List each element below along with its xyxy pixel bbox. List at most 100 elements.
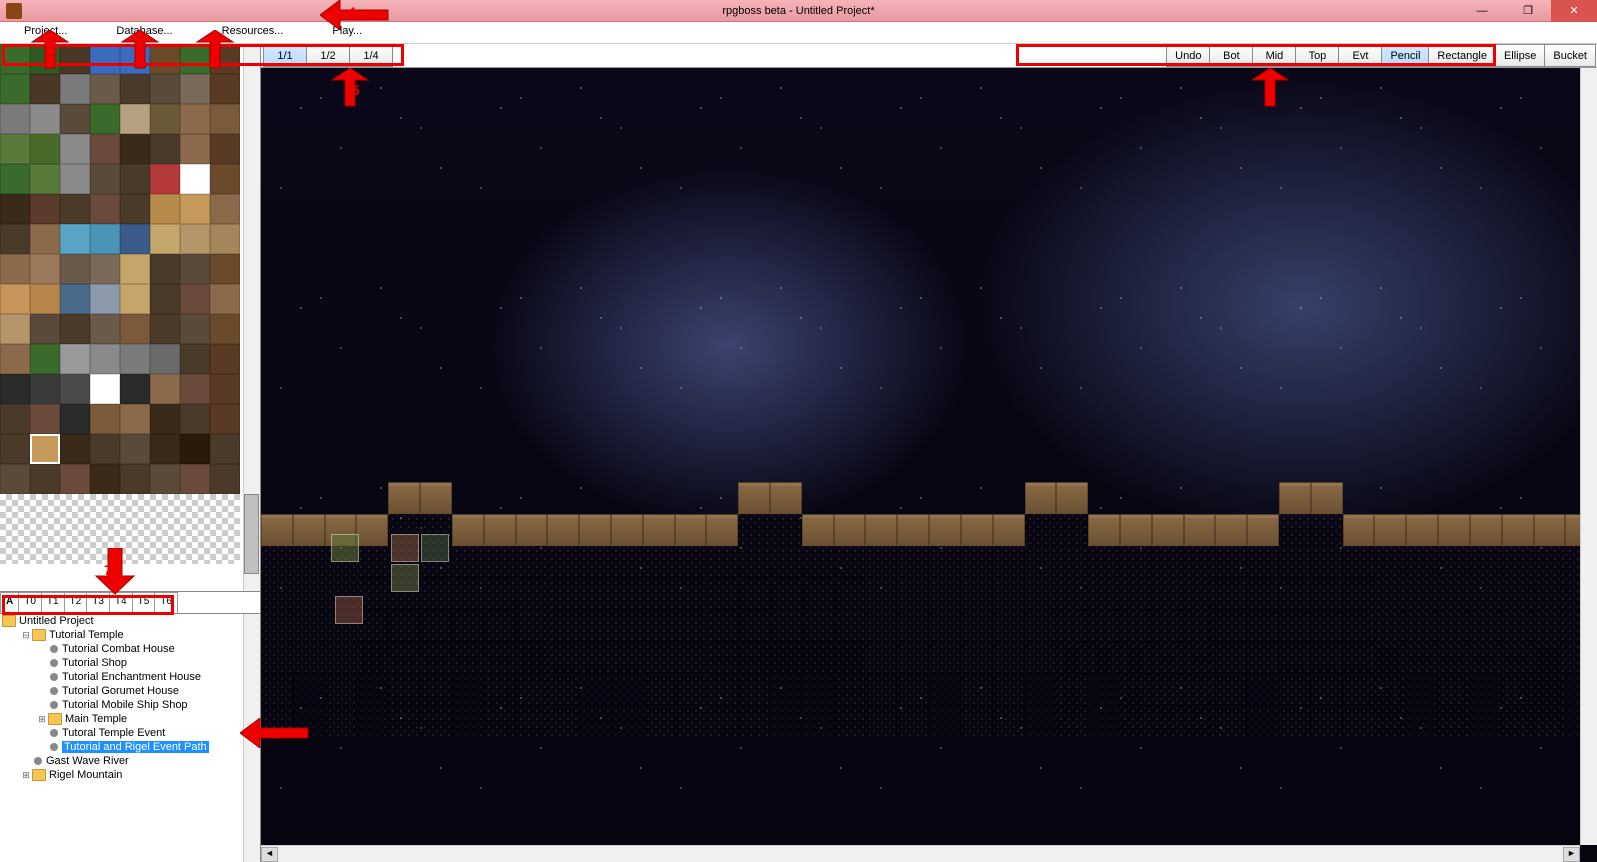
palette-tile[interactable] — [60, 434, 90, 464]
palette-tile[interactable] — [60, 104, 90, 134]
palette-tile[interactable] — [150, 344, 180, 374]
palette-tile[interactable] — [180, 434, 210, 464]
palette-tile[interactable] — [120, 464, 150, 494]
tool-pencil[interactable]: Pencil — [1381, 44, 1429, 67]
palette-tile[interactable] — [180, 44, 210, 74]
tree-item[interactable]: Tutoral Temple Event — [0, 726, 260, 740]
tool-rectangle[interactable]: Rectangle — [1428, 44, 1496, 67]
palette-tile[interactable] — [120, 44, 150, 74]
tree-item[interactable]: ⊞Main Temple — [0, 712, 260, 726]
palette-tile[interactable] — [90, 194, 120, 224]
palette-tile[interactable] — [90, 134, 120, 164]
palette-tile[interactable] — [210, 284, 240, 314]
tile-palette[interactable] — [0, 44, 260, 592]
palette-tile[interactable] — [150, 44, 180, 74]
palette-tile[interactable] — [210, 314, 240, 344]
tool-undo[interactable]: Undo — [1166, 44, 1210, 67]
zoom-1-2[interactable]: 1/2 — [306, 44, 350, 67]
tile-tab-t5[interactable]: T5 — [132, 592, 156, 613]
zoom-1-4[interactable]: 1/4 — [349, 44, 393, 67]
palette-tile[interactable] — [150, 104, 180, 134]
palette-tile[interactable] — [60, 44, 90, 74]
palette-tile[interactable] — [210, 194, 240, 224]
menu-project[interactable]: Project... — [0, 22, 92, 43]
tree-root[interactable]: Untitled Project — [0, 614, 260, 628]
tile-tab-t2[interactable]: T2 — [64, 592, 88, 613]
canvas-hscroll[interactable]: ◄► — [261, 845, 1580, 862]
palette-tile[interactable] — [0, 164, 30, 194]
palette-tile[interactable] — [150, 254, 180, 284]
tool-bucket[interactable]: Bucket — [1544, 44, 1596, 67]
tree-item[interactable]: ⊞Rigel Mountain — [0, 768, 260, 782]
palette-tile[interactable] — [210, 164, 240, 194]
palette-tile[interactable] — [30, 134, 60, 164]
palette-tile[interactable] — [150, 464, 180, 494]
palette-tile[interactable] — [210, 254, 240, 284]
palette-tile[interactable] — [0, 134, 30, 164]
map-event-5[interactable] — [335, 596, 363, 624]
palette-tile[interactable] — [90, 434, 120, 464]
tree-item[interactable]: ⊟Tutorial Temple — [0, 628, 260, 642]
palette-tile[interactable] — [30, 284, 60, 314]
palette-tile[interactable] — [60, 74, 90, 104]
palette-tile[interactable] — [60, 404, 90, 434]
palette-tile[interactable] — [0, 194, 30, 224]
tile-tab-t4[interactable]: T4 — [109, 592, 133, 613]
palette-tile[interactable] — [90, 74, 120, 104]
map-event-1[interactable] — [331, 534, 359, 562]
palette-tile[interactable] — [210, 224, 240, 254]
menu-play[interactable]: Play... — [308, 22, 387, 43]
palette-tile[interactable] — [150, 434, 180, 464]
palette-tile[interactable] — [120, 404, 150, 434]
palette-tile[interactable] — [0, 74, 30, 104]
palette-tile[interactable] — [30, 194, 60, 224]
tree-item[interactable]: Tutorial Gorumet House — [0, 684, 260, 698]
tile-tab-t1[interactable]: T1 — [41, 592, 65, 613]
palette-tile[interactable] — [30, 404, 60, 434]
palette-tile[interactable] — [120, 104, 150, 134]
palette-tile[interactable] — [30, 314, 60, 344]
palette-tile[interactable] — [180, 404, 210, 434]
maximize-button[interactable]: ❐ — [1505, 0, 1551, 22]
palette-tile[interactable] — [0, 224, 30, 254]
palette-tile[interactable] — [0, 254, 30, 284]
palette-tile[interactable] — [150, 314, 180, 344]
palette-tile[interactable] — [120, 434, 150, 464]
palette-tile[interactable] — [210, 134, 240, 164]
tool-top[interactable]: Top — [1295, 44, 1339, 67]
palette-tile[interactable] — [210, 434, 240, 464]
tile-tab-t6[interactable]: T6 — [154, 592, 178, 613]
palette-tile[interactable] — [60, 254, 90, 284]
palette-tile[interactable] — [30, 464, 60, 494]
palette-tile[interactable] — [0, 404, 30, 434]
palette-tile[interactable] — [0, 284, 30, 314]
palette-tile[interactable] — [120, 254, 150, 284]
palette-tile[interactable] — [180, 104, 210, 134]
tree-item[interactable]: Gast Wave River — [0, 754, 260, 768]
palette-tile[interactable] — [210, 404, 240, 434]
tool-mid[interactable]: Mid — [1252, 44, 1296, 67]
palette-tile[interactable] — [120, 164, 150, 194]
tree-item[interactable]: Tutorial Shop — [0, 656, 260, 670]
palette-tile[interactable] — [90, 314, 120, 344]
tile-tab-t0[interactable]: T0 — [18, 592, 42, 613]
palette-tile[interactable] — [120, 314, 150, 344]
palette-tile[interactable] — [30, 44, 60, 74]
map-event-4[interactable] — [421, 534, 449, 562]
palette-tile[interactable] — [180, 134, 210, 164]
palette-tile[interactable] — [30, 104, 60, 134]
palette-tile[interactable] — [180, 314, 210, 344]
map-event-2[interactable] — [391, 534, 419, 562]
palette-tile[interactable] — [90, 104, 120, 134]
tree-item[interactable]: Tutorial Combat House — [0, 642, 260, 656]
palette-tile[interactable] — [210, 104, 240, 134]
palette-tile[interactable] — [120, 284, 150, 314]
palette-tile[interactable] — [120, 74, 150, 104]
map-canvas[interactable]: ◄► — [261, 68, 1597, 862]
palette-tile[interactable] — [30, 74, 60, 104]
palette-tile[interactable] — [0, 314, 30, 344]
palette-tile[interactable] — [60, 224, 90, 254]
palette-tile[interactable] — [0, 434, 30, 464]
palette-tile[interactable] — [150, 284, 180, 314]
palette-tile[interactable] — [150, 224, 180, 254]
